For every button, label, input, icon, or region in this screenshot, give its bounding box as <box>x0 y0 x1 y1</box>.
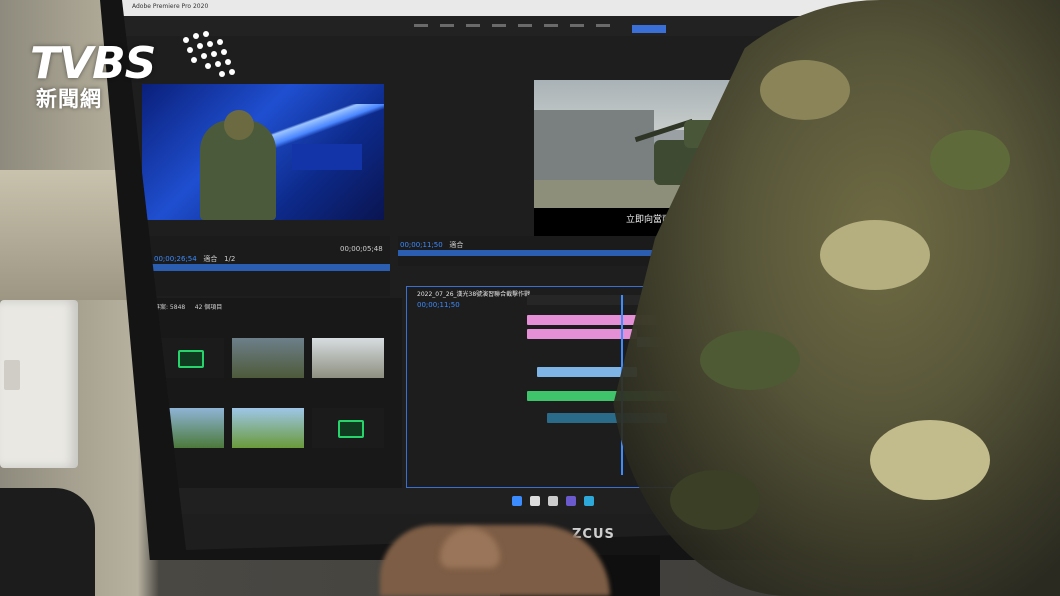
task-view-icon[interactable] <box>548 496 558 506</box>
search-icon[interactable] <box>530 496 540 506</box>
camo-patch <box>760 60 850 120</box>
source-scrub-bar[interactable] <box>140 264 390 271</box>
camo-patch <box>670 470 760 530</box>
workspace-tab[interactable] <box>492 24 506 27</box>
program-timecode-value: 00;00;11;50 <box>400 241 443 249</box>
project-thumb-video[interactable] <box>232 408 304 448</box>
camo-patch <box>820 220 930 290</box>
window-title: Adobe Premiere Pro 2020 <box>132 3 209 10</box>
name-caption-card <box>292 144 362 170</box>
program-timecode: 00;00;11;50 適合 <box>400 240 463 250</box>
audio-waveform-icon <box>178 350 204 368</box>
timeline-timecode: 00;00;11;50 <box>417 301 460 309</box>
source-monitor-video <box>142 84 384 220</box>
workspace-tab[interactable] <box>466 24 480 27</box>
project-item-count: 42 個項目 <box>194 304 223 311</box>
outlet-socket <box>4 360 20 390</box>
audio-waveform-icon <box>338 420 364 438</box>
project-panel-tab[interactable]: 專案: 5848 42 個項目 <box>154 302 222 311</box>
project-thumb-audio[interactable] <box>312 408 384 448</box>
start-icon[interactable] <box>512 496 522 506</box>
project-tab-label: 專案: 5848 <box>154 304 186 311</box>
logo-wordmark: TVBS <box>30 38 156 89</box>
source-timecode: 00;00;26;54 適合 1/2 <box>154 254 235 264</box>
project-thumb-video[interactable] <box>232 338 304 378</box>
tvbs-logo: TVBS 新聞網 <box>30 31 235 113</box>
workspace-tab[interactable] <box>414 24 428 27</box>
program-fit-select[interactable]: 適合 <box>449 241 463 249</box>
wall-outlet-box <box>0 300 78 468</box>
project-panel: 專案: 5848 42 個項目 <box>144 298 402 508</box>
project-thumb-video[interactable] <box>312 338 384 378</box>
workspace-tab[interactable] <box>596 24 610 27</box>
window-titlebar: Adobe Premiere Pro 2020 <box>122 0 922 16</box>
workspace-tab[interactable] <box>544 24 558 27</box>
browser-icon[interactable] <box>584 496 594 506</box>
video-wall <box>534 110 654 190</box>
chat-icon[interactable] <box>566 496 576 506</box>
workspace-tab[interactable] <box>518 24 532 27</box>
source-resolution-select[interactable]: 1/2 <box>224 255 235 263</box>
workspace-tab[interactable] <box>570 24 584 27</box>
source-timecode-value: 00;00;26;54 <box>154 255 197 263</box>
camo-patch <box>700 330 800 390</box>
workspace-tab[interactable] <box>440 24 454 27</box>
camo-patch <box>930 130 1010 190</box>
sequence-tab[interactable]: 2022_07_26_漢光38號演習聯合截擊作戰 <box>417 289 530 298</box>
source-duration: 00;00;05;48 <box>340 245 383 253</box>
active-workspace-tab[interactable] <box>632 25 666 33</box>
black-bag <box>0 488 95 596</box>
source-fit-select[interactable]: 適合 <box>203 255 217 263</box>
soldier-helmet <box>224 110 254 140</box>
logo-dots-icon <box>183 31 235 77</box>
camo-patch <box>870 420 990 500</box>
